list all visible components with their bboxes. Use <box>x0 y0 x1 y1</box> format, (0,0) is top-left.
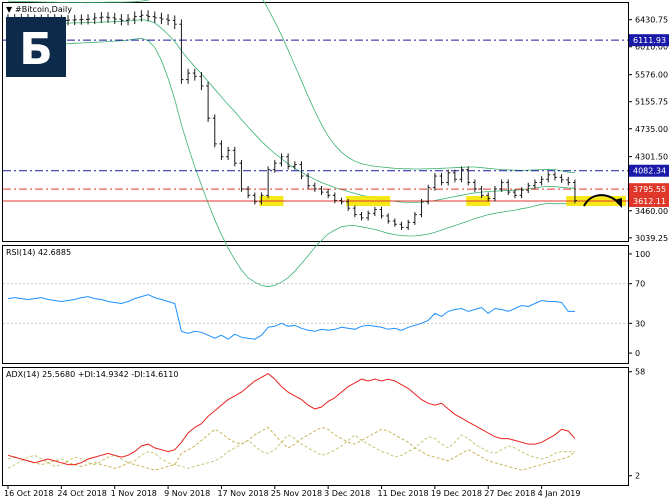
level-price-label: 3795.55 <box>633 185 666 194</box>
rsi-tick-label: 100 <box>635 250 650 259</box>
brand-logo: Б <box>6 17 66 77</box>
date-tick-label: 19 Dec 2018 <box>431 489 482 498</box>
date-tick-label: 27 Dec 2018 <box>484 489 535 498</box>
rsi-tick-label: 0 <box>635 349 640 358</box>
rsi-tick-label: 30 <box>635 319 645 328</box>
trading-chart: 6430.756010.005576.005155.754735.004301.… <box>0 0 670 502</box>
price-tick-label: 4735.00 <box>635 125 668 134</box>
chart-background <box>0 0 670 502</box>
price-tick-label: 3039.25 <box>635 234 668 243</box>
date-tick-label: 25 Nov 2018 <box>271 489 322 498</box>
price-tick-label: 5155.75 <box>635 98 668 107</box>
level-price-label: 3612.11 <box>633 197 666 206</box>
date-tick-label: 11 Dec 2018 <box>378 489 429 498</box>
rsi-label: RSI(14) 42.6885 <box>6 248 71 257</box>
date-tick-label: 1 Nov 2018 <box>111 489 157 498</box>
logo-letter: Б <box>19 24 53 75</box>
date-tick-label: 24 Oct 2018 <box>57 489 106 498</box>
price-tick-label: 6430.75 <box>635 16 668 25</box>
dropdown-triangle-icon[interactable]: ▼ <box>6 5 13 14</box>
level-price-label: 6111.93 <box>633 36 666 45</box>
rsi-tick-label: 70 <box>635 280 645 289</box>
chart-title: #Bitcoin,Daily <box>15 5 72 14</box>
adx-label: ADX(14) 25.5680 +DI:14.9342 -DI:14.6110 <box>6 370 178 379</box>
adx-tick-label: 2 <box>635 472 640 481</box>
level-price-label: 4082.34 <box>633 167 666 176</box>
date-tick-label: 17 Nov 2018 <box>217 489 268 498</box>
date-tick-label: 3 Dec 2018 <box>324 489 370 498</box>
price-tick-label: 5576.00 <box>635 71 668 80</box>
price-tick-label: 4301.50 <box>635 153 668 162</box>
adx-tick-label: 58 <box>635 368 645 377</box>
date-tick-label: 9 Nov 2018 <box>164 489 210 498</box>
date-tick-label: 4 Jan 2019 <box>538 489 581 498</box>
date-tick-label: 16 Oct 2018 <box>4 489 53 498</box>
price-tick-label: 3460.00 <box>635 207 668 216</box>
